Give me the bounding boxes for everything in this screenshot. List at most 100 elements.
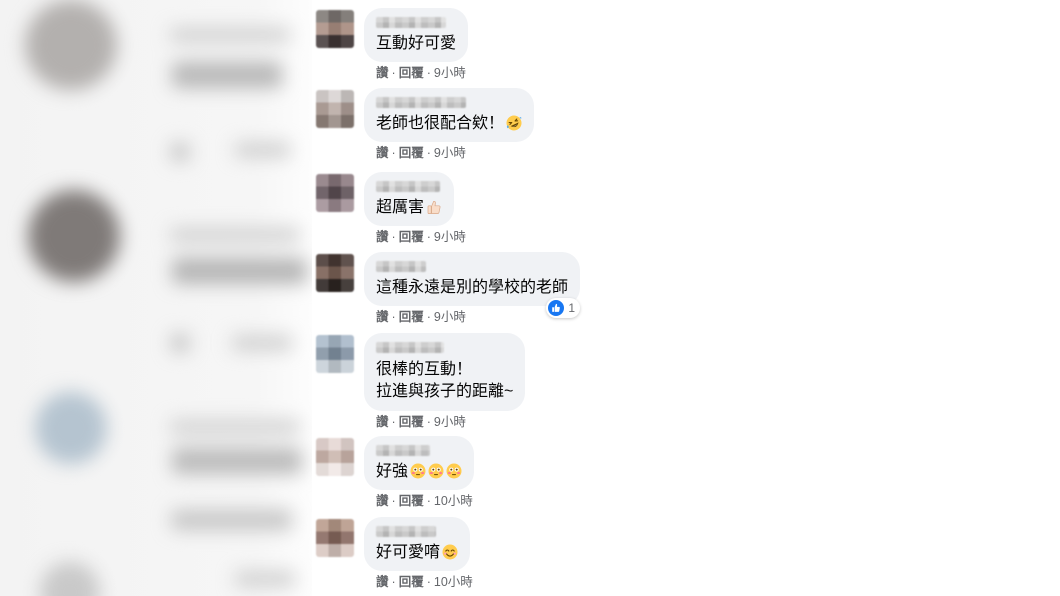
blurred-text-shape [235, 143, 290, 157]
timestamp-link[interactable]: 9小時 [434, 66, 466, 80]
like-link[interactable]: 讚 [376, 66, 389, 80]
timestamp-link[interactable]: 9小時 [434, 146, 466, 160]
author-name-redacted[interactable] [376, 526, 436, 537]
timestamp-link[interactable]: 10小時 [434, 494, 473, 508]
like-link[interactable]: 讚 [376, 415, 389, 429]
comment-bubble: 好強 [364, 436, 475, 490]
comment-text: 很棒的互動！ 拉進與孩子的距離~ [376, 359, 513, 403]
timestamp-link[interactable]: 9小時 [434, 310, 466, 324]
like-link[interactable]: 讚 [376, 575, 389, 589]
comment-text-line: 好可愛唷 [376, 544, 441, 561]
blurred-avatar-shape [28, 190, 120, 282]
blurred-text-shape [172, 510, 292, 530]
avatar[interactable] [316, 10, 354, 48]
reaction-badge[interactable]: 1 [546, 298, 581, 318]
comment-bubble: 超厲害 [364, 172, 455, 226]
blurred-dot-shape [170, 333, 190, 353]
like-link[interactable]: 讚 [376, 310, 389, 324]
blurred-dot-shape [170, 142, 190, 162]
separator: · [391, 575, 396, 589]
like-link[interactable]: 讚 [376, 494, 389, 508]
comment-text-line: 很棒的互動！ [376, 361, 473, 378]
avatar[interactable] [316, 438, 354, 476]
reply-link[interactable]: 回覆 [399, 575, 424, 589]
comment-text-line: 老師也很配合欸！ [376, 115, 505, 132]
separator: · [391, 146, 396, 160]
author-name-redacted[interactable] [376, 97, 466, 108]
comment-actions: 讚 · 回覆 · 9小時 [376, 66, 466, 81]
comment-text-line: 這種永遠是別的學校的老師 [376, 279, 569, 296]
avatar[interactable] [316, 335, 354, 373]
separator: · [391, 310, 396, 324]
reply-link[interactable]: 回覆 [399, 310, 424, 324]
separator: · [391, 66, 396, 80]
comment-text-line: 拉進與孩子的距離~ [376, 383, 514, 400]
comment-actions: 讚 · 回覆 · 10小時 [376, 575, 473, 590]
flushed-face-emoji-icon [446, 463, 462, 479]
like-reaction-icon [548, 300, 565, 316]
comment-actions: 讚 · 回覆 · 10小時 [376, 494, 473, 509]
reply-link[interactable]: 回覆 [399, 494, 424, 508]
timestamp-link[interactable]: 9小時 [434, 230, 466, 244]
like-link[interactable]: 讚 [376, 230, 389, 244]
comments-screenshot: 互動好可愛 讚 · 回覆 · 9小時 老師也很配合欸！ 讚 · 回覆 · 9小時 超厲害 [0, 0, 1060, 596]
blurred-avatar-shape [40, 562, 100, 596]
comment-actions: 讚 · 回覆 · 9小時 [376, 310, 466, 325]
author-name-redacted[interactable] [376, 342, 444, 353]
emoji-list [504, 114, 522, 134]
reply-link[interactable]: 回覆 [399, 66, 424, 80]
comment: 互動好可愛 讚 · 回覆 · 9小時 [316, 8, 469, 81]
like-link[interactable]: 讚 [376, 146, 389, 160]
separator: · [426, 415, 431, 429]
rolling-on-floor-laughing-emoji-icon [506, 115, 522, 131]
blurred-background [0, 0, 312, 596]
reply-link[interactable]: 回覆 [399, 415, 424, 429]
separator: · [426, 575, 431, 589]
separator: · [391, 230, 396, 244]
blurred-text-shape [170, 420, 300, 434]
separator: · [426, 230, 431, 244]
comment: 超厲害 讚 · 回覆 · 9小時 [316, 172, 466, 245]
emoji-list [440, 543, 458, 563]
timestamp-link[interactable]: 10小時 [434, 575, 473, 589]
timestamp-link[interactable]: 9小時 [434, 415, 466, 429]
author-name-redacted[interactable] [376, 261, 426, 272]
blurred-background-content [0, 0, 312, 596]
blurred-text-shape [170, 228, 300, 242]
comment-bubble: 互動好可愛 [364, 8, 469, 62]
blurred-text-shape [172, 448, 302, 474]
blurred-text-shape [172, 62, 282, 88]
comment-text: 老師也很配合欸！ [376, 114, 522, 134]
separator: · [426, 310, 431, 324]
blurred-text-shape [170, 28, 290, 42]
reply-link[interactable]: 回覆 [399, 230, 424, 244]
flushed-face-emoji-icon [428, 463, 444, 479]
comment: 老師也很配合欸！ 讚 · 回覆 · 9小時 [316, 88, 535, 161]
comment-bubble: 好可愛唷 [364, 517, 471, 571]
emoji-list [424, 198, 442, 218]
separator: · [391, 494, 396, 508]
comment-bubble: 老師也很配合欸！ [364, 88, 535, 142]
avatar[interactable] [316, 90, 354, 128]
avatar[interactable] [316, 174, 354, 212]
comment-text: 超厲害 [376, 198, 442, 218]
emoji-list [408, 462, 462, 482]
avatar[interactable] [316, 519, 354, 557]
blurred-text-shape [172, 258, 307, 284]
author-name-redacted[interactable] [376, 181, 440, 192]
thumbs-up-emoji-icon [426, 199, 442, 215]
avatar[interactable] [316, 254, 354, 292]
comment-bubble: 很棒的互動！ 拉進與孩子的距離~ [364, 333, 526, 411]
reply-link[interactable]: 回覆 [399, 146, 424, 160]
blurred-text-shape [232, 336, 292, 350]
blurred-avatar-shape [25, 0, 117, 90]
separator: · [426, 494, 431, 508]
reaction-count: 1 [568, 301, 576, 315]
comment: 很棒的互動！ 拉進與孩子的距離~ 讚 · 回覆 · 9小時 [316, 333, 526, 430]
comment-actions: 讚 · 回覆 · 9小時 [376, 146, 466, 161]
blurred-avatar-shape [35, 392, 107, 464]
comment-actions: 讚 · 回覆 · 9小時 [376, 230, 466, 245]
author-name-redacted[interactable] [376, 17, 446, 28]
author-name-redacted[interactable] [376, 445, 430, 456]
separator: · [391, 415, 396, 429]
